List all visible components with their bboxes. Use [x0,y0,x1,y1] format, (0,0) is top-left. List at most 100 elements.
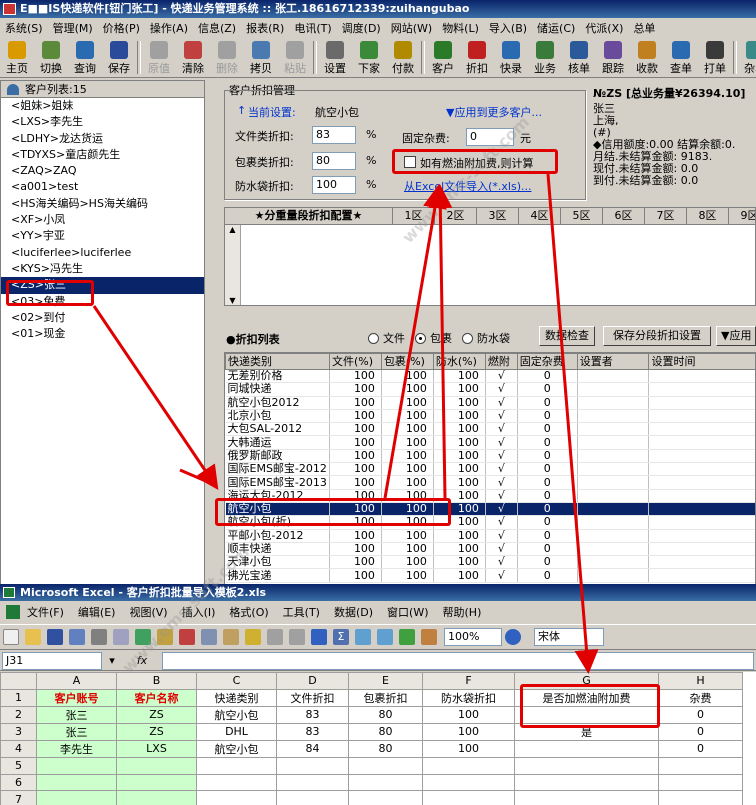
table-row[interactable]: 北京小包 100 100 100 √ 0 [225,409,755,424]
help-icon[interactable] [505,629,521,645]
column-header[interactable]: 包裹(%) [380,353,434,370]
row-number[interactable]: 3 [0,722,37,741]
excel-cell[interactable]: 84 [276,739,349,758]
print-preview-icon[interactable] [113,629,129,645]
radio-2[interactable]: 防水袋 [462,330,510,346]
sort-ascending-icon[interactable] [355,629,371,645]
menu-item-6[interactable]: 电讯(T) [289,20,336,36]
radio-1[interactable]: 包裹 [415,330,452,346]
excel-cell[interactable] [36,790,117,805]
toolbar-button-track[interactable]: 跟踪 [596,38,630,77]
autosum-icon[interactable]: Σ [333,629,349,645]
customer-list-item[interactable]: <LDHY>龙达货运 [1,131,204,147]
pkg-discount-input[interactable]: 80 [312,152,356,170]
customer-list-item[interactable]: <YY>宇亚 [1,228,204,244]
radio-circle-icon[interactable] [368,332,379,344]
table-row[interactable]: 俄罗斯邮政 100 100 100 √ 0 [225,449,755,464]
permission-icon[interactable] [69,629,85,645]
row-number[interactable]: 4 [0,739,37,758]
excel-cell[interactable] [514,756,659,775]
toolbar-button-print[interactable]: 打单 [698,38,732,77]
menu-item-3[interactable]: 操作(A) [145,20,193,36]
table-row[interactable]: 无差别价格 100 100 100 √ 0 [225,369,755,384]
weight-tab-4[interactable]: 4区 [519,208,561,224]
excel-cell[interactable]: 83 [276,722,349,741]
excel-menu-item-0[interactable]: 文件(F) [20,604,71,620]
excel-header-cell[interactable]: 客户账号 [36,688,117,707]
excel-cell[interactable]: 0 [658,739,743,758]
excel-cell[interactable]: 0 [658,722,743,741]
row-number[interactable]: 7 [0,790,37,805]
excel-header-cell[interactable]: 杂费 [658,688,743,707]
drawing-icon[interactable] [421,629,437,645]
column-letter[interactable]: B [116,672,197,690]
toolbar-button-next-agent[interactable]: 下家 [352,38,386,77]
data-check-button[interactable]: 数据检查 [539,326,595,346]
excel-cell[interactable]: 80 [348,722,423,741]
weight-tab-8[interactable]: 8区 [687,208,729,224]
excel-cell[interactable]: 李先生 [36,739,117,758]
bag-discount-input[interactable]: 100 [312,176,356,194]
menu-item-11[interactable]: 储运(C) [532,20,580,36]
column-letter[interactable]: D [276,672,349,690]
excel-header-cell[interactable]: 文件折扣 [276,688,349,707]
excel-cell[interactable] [116,756,197,775]
customer-list-item[interactable]: <KYS>冯先生 [1,261,204,277]
excel-cell[interactable] [196,773,277,792]
excel-cell[interactable]: 100 [422,739,515,758]
radio-circle-icon[interactable] [462,332,473,344]
excel-cell[interactable] [514,739,659,758]
toolbar-button-save[interactable]: 保存 [102,38,136,77]
toolbar-button-find-order[interactable]: 查单 [664,38,698,77]
toolbar-button-misc[interactable]: 杂收 [738,38,756,77]
excel-cell[interactable]: 100 [422,722,515,741]
menu-item-12[interactable]: 代派(X) [580,20,628,36]
column-header[interactable]: 设置者 [576,353,650,370]
excel-cell[interactable]: LXS [116,739,197,758]
excel-cell[interactable] [276,790,349,805]
weight-tab-9[interactable]: 9区 [729,208,756,224]
toolbar-button-home[interactable]: 主页 [0,38,34,77]
excel-menu-item-5[interactable]: 工具(T) [276,604,327,620]
excel-cell[interactable] [276,773,349,792]
excel-cell[interactable] [348,773,423,792]
column-header[interactable]: 快递类别 [225,353,330,370]
row-number[interactable]: 6 [0,773,37,792]
customer-list-item[interactable]: <01>现金 [1,326,204,342]
menu-item-10[interactable]: 导入(B) [484,20,532,36]
excel-cell[interactable] [196,756,277,775]
customer-list-item[interactable]: <HS海关编码>HS海关编码 [1,196,204,212]
menu-item-7[interactable]: 调度(D) [337,20,386,36]
menu-item-9[interactable]: 物料(L) [437,20,484,36]
excel-cell[interactable] [116,773,197,792]
weight-tab-5[interactable]: 5区 [561,208,603,224]
excel-cell[interactable] [36,773,117,792]
new-icon[interactable] [3,629,19,645]
select-all-corner[interactable] [0,672,37,690]
name-box[interactable]: J31 [2,651,102,670]
customer-list-item[interactable]: <XF>小凤 [1,212,204,228]
excel-cell[interactable] [116,790,197,805]
table-row[interactable]: 大包SAL-2012 100 100 100 √ 0 [225,422,755,437]
toolbar-button-quick-entry[interactable]: 快录 [494,38,528,77]
menu-item-2[interactable]: 价格(P) [98,20,145,36]
excel-cell[interactable] [348,790,423,805]
column-letter[interactable]: F [422,672,515,690]
table-row[interactable]: 顺丰快递 100 100 100 √ 0 [225,542,755,557]
weight-tab-7[interactable]: 7区 [645,208,687,224]
excel-cell[interactable]: 100 [422,705,515,724]
excel-header-cell[interactable]: 快递类别 [196,688,277,707]
formula-input[interactable] [162,651,754,670]
row-number[interactable]: 1 [0,688,37,707]
save-icon[interactable] [47,629,63,645]
excel-cell[interactable] [422,773,515,792]
excel-header-cell[interactable]: 客户名称 [116,688,197,707]
undo-icon[interactable] [267,629,283,645]
weight-tab-0[interactable]: ★分重量段折扣配置★ [225,208,393,224]
column-header[interactable]: 防水(%) [432,353,486,370]
font-select[interactable]: 宋体 [534,628,604,646]
toolbar-button-customer[interactable]: 客户 [426,38,460,77]
weight-tab-6[interactable]: 6区 [603,208,645,224]
column-header[interactable]: 设置时间 [648,353,755,370]
toolbar-button-settings[interactable]: 设置 [318,38,352,77]
